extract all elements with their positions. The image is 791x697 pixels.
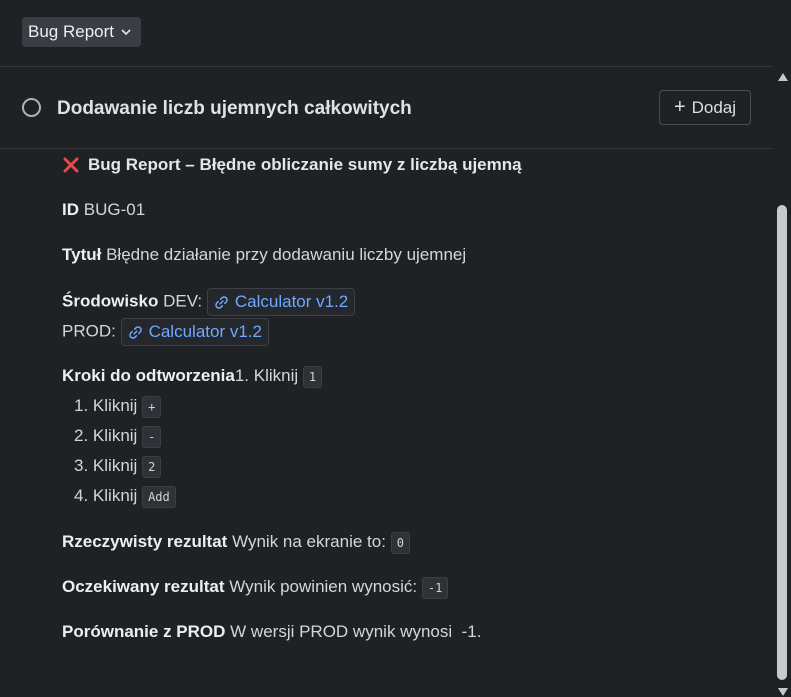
step-text: Kliknij — [92, 426, 138, 445]
step-number: 4. — [74, 486, 89, 505]
issue-type-dropdown[interactable]: Bug Report — [22, 17, 141, 47]
compare-text: W wersji PROD wynik wynosi -1. — [230, 622, 482, 641]
link-icon — [215, 295, 228, 309]
prod-link[interactable]: Calculator v1.2 — [120, 318, 269, 346]
environment-line: Środowisko DEV: Calculator v1.2 — [62, 288, 356, 316]
scrollbar-thumb[interactable] — [777, 205, 787, 680]
step-number: 2. — [74, 426, 89, 445]
actual-label: Rzeczywisty rezultat — [62, 532, 228, 551]
report-heading: Bug Report – Błędne obliczanie sumy z li… — [62, 154, 522, 176]
title-value: Błędne działanie przy dodawaniu liczby u… — [106, 245, 467, 264]
title-line: Tytuł Błędne działanie przy dodawaniu li… — [62, 244, 466, 266]
env-dev-prefix: DEV: — [163, 291, 203, 311]
report-heading-text: Bug Report – Błędne obliczanie sumy z li… — [88, 155, 522, 174]
step-item: 4. Kliknij Add — [74, 485, 176, 508]
id-value: BUG-01 — [83, 200, 146, 219]
compare-label: Porównanie z PROD — [62, 622, 226, 641]
environment-prod-line: PROD: Calculator v1.2 — [62, 318, 269, 346]
step-item: 2. Kliknij - — [74, 425, 162, 448]
steps-first-text: 1. Kliknij — [234, 366, 299, 385]
status-circle-icon[interactable] — [22, 98, 41, 117]
expected-code: -1 — [421, 576, 449, 599]
step-item: 3. Kliknij 2 — [74, 455, 162, 478]
actual-text: Wynik na ekranie to: — [232, 532, 386, 551]
expected-text: Wynik powinien wynosić: — [229, 577, 418, 596]
steps-line: Kroki do odtworzenia1. Kliknij 1 — [62, 365, 323, 388]
title-label: Tytuł — [62, 245, 102, 264]
scroll-down-arrow-icon[interactable] — [778, 688, 788, 696]
red-x-icon — [63, 157, 79, 173]
step-code: + — [142, 395, 162, 418]
step-text: Kliknij — [92, 396, 138, 415]
add-button[interactable]: + Dodaj — [659, 90, 751, 125]
step-text: Kliknij — [92, 486, 138, 505]
id-line: ID BUG-01 — [62, 199, 145, 221]
steps-label: Kroki do odtworzenia — [62, 366, 235, 385]
step-number: 3. — [74, 456, 89, 475]
step-item: 1. Kliknij + — [74, 395, 162, 418]
id-label: ID — [62, 200, 79, 219]
actual-result-line: Rzeczywisty rezultat Wynik na ekranie to… — [62, 531, 410, 554]
issue-title: Dodawanie liczb ujemnych całkowitych — [57, 98, 412, 119]
prod-link-text: Calculator v1.2 — [148, 322, 262, 341]
steps-first-code: 1 — [302, 365, 323, 388]
step-number: 1. — [74, 396, 89, 415]
chevron-down-icon — [121, 29, 131, 36]
issue-type-label: Bug Report — [28, 22, 114, 41]
plus-icon: + — [673, 95, 686, 118]
env-prod-prefix: PROD: — [62, 321, 116, 341]
actual-code: 0 — [390, 531, 410, 554]
expected-result-line: Oczekiwany rezultat Wynik powinien wynos… — [62, 576, 449, 599]
env-label: Środowisko — [62, 291, 159, 311]
top-bar: Bug Report — [0, 0, 773, 67]
dev-link-text: Calculator v1.2 — [234, 292, 349, 311]
prod-comparison-line: Porównanie z PROD W wersji PROD wynik wy… — [62, 621, 481, 643]
expected-label: Oczekiwany rezultat — [62, 577, 225, 596]
step-code: - — [142, 425, 162, 448]
link-icon — [128, 325, 142, 339]
dev-link[interactable]: Calculator v1.2 — [206, 288, 356, 316]
add-button-label: Dodaj — [691, 97, 737, 117]
step-code: 2 — [142, 455, 162, 478]
step-code: Add — [142, 485, 176, 508]
step-text: Kliknij — [92, 456, 138, 475]
scroll-up-arrow-icon[interactable] — [778, 73, 788, 81]
